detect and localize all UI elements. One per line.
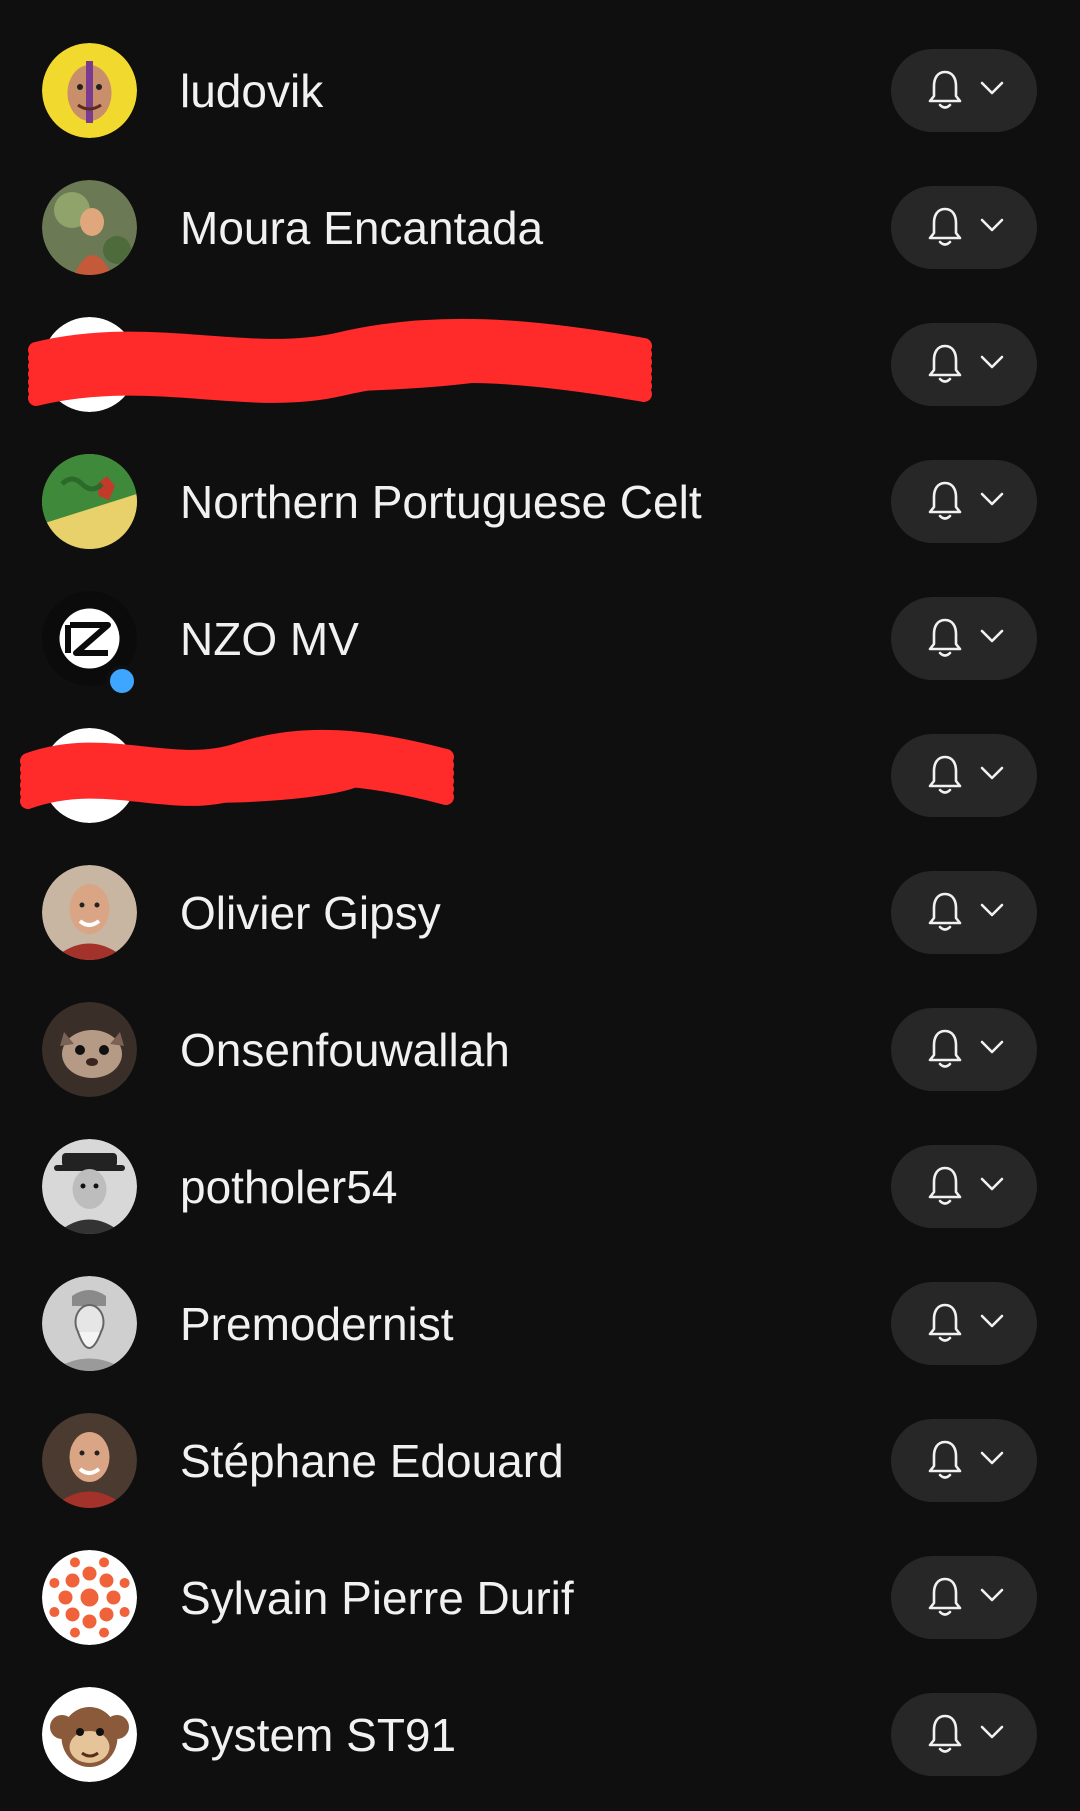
channel-name[interactable]: ludovik: [180, 66, 323, 116]
cat-photo-avatar[interactable]: [42, 1002, 137, 1097]
chevron-down-icon: [980, 81, 1004, 95]
channel-name[interactable]: NZO MV: [180, 614, 359, 664]
subscription-row[interactable]: ludovik: [0, 22, 1080, 159]
notification-settings-button[interactable]: [891, 49, 1037, 132]
subscription-row[interactable]: Premodernist: [0, 1255, 1080, 1392]
notification-settings-button[interactable]: [891, 186, 1037, 269]
subscription-row[interactable]: Sylvain Pierre Durif: [0, 1529, 1080, 1666]
subscription-row[interactable]: NZO MV: [0, 570, 1080, 707]
subscription-row[interactable]: Onsenfouwallah: [0, 981, 1080, 1118]
subscription-row[interactable]: Olivier Gipsy: [0, 844, 1080, 981]
notification-settings-button[interactable]: [891, 597, 1037, 680]
man-photo-avatar[interactable]: [42, 865, 137, 960]
bell-icon: [928, 755, 962, 794]
channel-name[interactable]: Moura Encantada: [180, 203, 543, 253]
man-photo-avatar[interactable]: [42, 1413, 137, 1508]
notification-settings-button[interactable]: [891, 1419, 1037, 1502]
bell-icon: [928, 1029, 962, 1068]
bell-icon: [928, 1166, 962, 1205]
subscription-row[interactable]: [0, 296, 1080, 433]
redacted-avatar[interactable]: [42, 728, 137, 823]
notification-settings-button[interactable]: [891, 1282, 1037, 1365]
bell-icon: [928, 1577, 962, 1616]
channel-name[interactable]: Premodernist: [180, 1299, 454, 1349]
notification-settings-button[interactable]: [891, 871, 1037, 954]
subscription-row[interactable]: Northern Portuguese Celt: [0, 433, 1080, 570]
bell-icon: [928, 344, 962, 383]
dots-logo-avatar[interactable]: [42, 1550, 137, 1645]
bell-icon: [928, 1440, 962, 1479]
subscription-row[interactable]: Stéphane Edouard: [0, 1392, 1080, 1529]
channel-name[interactable]: Onsenfouwallah: [180, 1025, 510, 1075]
flag-avatar[interactable]: [42, 454, 137, 549]
notification-settings-button[interactable]: [891, 1556, 1037, 1639]
notification-settings-button[interactable]: [891, 1693, 1037, 1776]
subscription-row[interactable]: [0, 707, 1080, 844]
chevron-down-icon: [980, 1177, 1004, 1191]
bell-icon: [928, 1714, 962, 1753]
subscription-row[interactable]: System ST91: [0, 1666, 1080, 1803]
chevron-down-icon: [980, 1314, 1004, 1328]
channel-name[interactable]: System ST91: [180, 1710, 456, 1760]
chevron-down-icon: [980, 1725, 1004, 1739]
notification-settings-button[interactable]: [891, 734, 1037, 817]
chevron-down-icon: [980, 766, 1004, 780]
bw-portrait-avatar[interactable]: [42, 1139, 137, 1234]
bell-icon: [928, 618, 962, 657]
channel-name[interactable]: Northern Portuguese Celt: [180, 477, 702, 527]
channel-name[interactable]: potholer54: [180, 1162, 397, 1212]
bell-icon: [928, 1303, 962, 1342]
chevron-down-icon: [980, 1040, 1004, 1054]
bell-icon: [928, 892, 962, 931]
engraving-avatar[interactable]: [42, 1276, 137, 1371]
channel-name[interactable]: Sylvain Pierre Durif: [180, 1573, 574, 1623]
chevron-down-icon: [980, 1451, 1004, 1465]
new-content-dot: [106, 665, 138, 697]
bell-icon: [928, 481, 962, 520]
painting-avatar[interactable]: [42, 180, 137, 275]
bell-icon: [928, 207, 962, 246]
chevron-down-icon: [980, 492, 1004, 506]
notification-settings-button[interactable]: [891, 323, 1037, 406]
channel-name[interactable]: Stéphane Edouard: [180, 1436, 564, 1486]
chevron-down-icon: [980, 629, 1004, 643]
yellow-face-avatar[interactable]: [42, 43, 137, 138]
notification-settings-button[interactable]: [891, 1008, 1037, 1091]
redacted-avatar[interactable]: [42, 317, 137, 412]
subscription-row[interactable]: potholer54: [0, 1118, 1080, 1255]
monkey-cartoon-avatar[interactable]: [42, 1687, 137, 1782]
bell-icon: [928, 70, 962, 109]
notification-settings-button[interactable]: [891, 460, 1037, 543]
chevron-down-icon: [980, 355, 1004, 369]
notification-settings-button[interactable]: [891, 1145, 1037, 1228]
channel-name[interactable]: Olivier Gipsy: [180, 888, 441, 938]
subscription-row[interactable]: Moura Encantada: [0, 159, 1080, 296]
chevron-down-icon: [980, 218, 1004, 232]
chevron-down-icon: [980, 903, 1004, 917]
chevron-down-icon: [980, 1588, 1004, 1602]
